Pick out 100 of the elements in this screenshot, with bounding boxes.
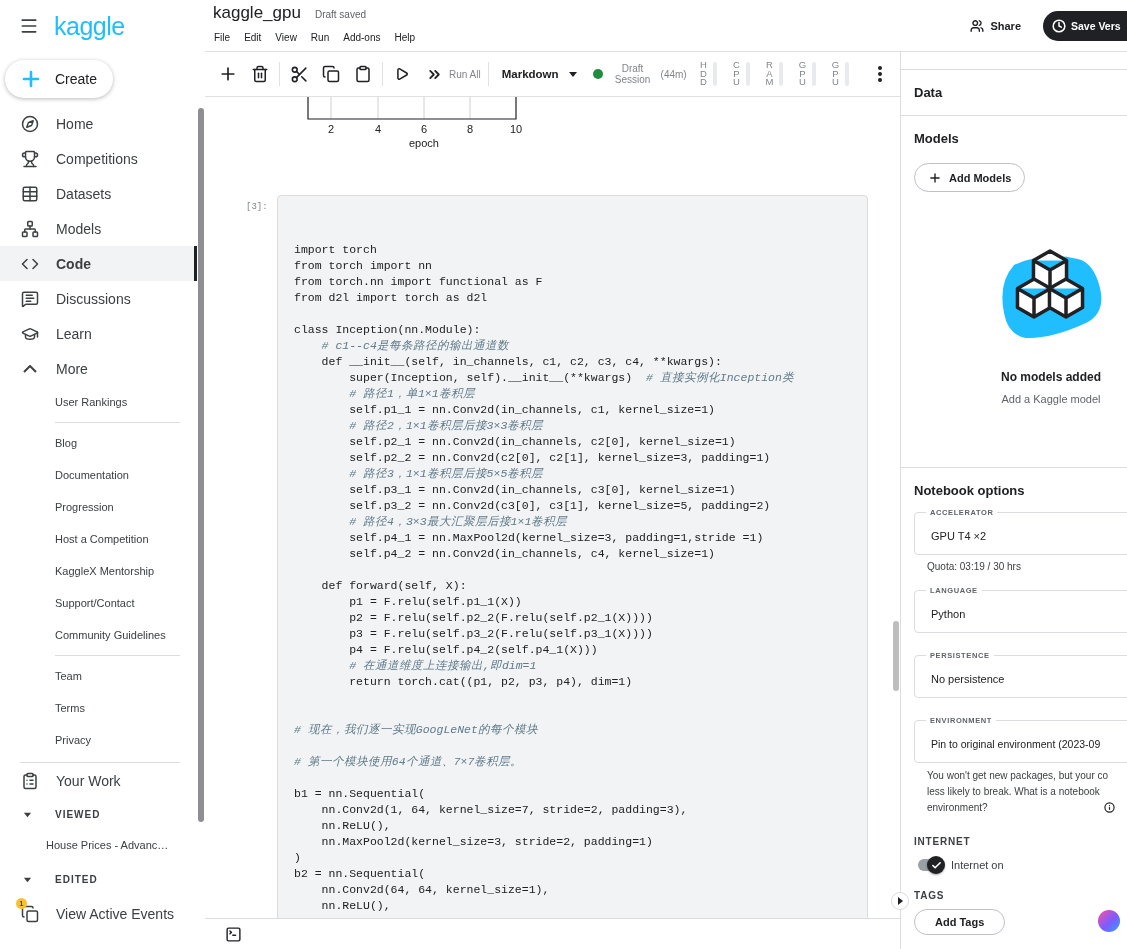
create-button[interactable]: Create [5,60,113,98]
meter-label: CPU [732,60,741,88]
network-icon [21,219,39,238]
caret-icon [897,897,903,905]
code-line: def __init__(self, in_channels, c1, c2, c3, c4, **kwargs): [320,355,722,368]
people-icon [970,18,985,33]
empty-hint: Add a Kaggle model [1001,393,1101,405]
code-comment: # 路径1，单1×1卷积层 [348,387,475,400]
code-line: def forward(self, X): [320,579,467,592]
menu-item[interactable]: Run [310,32,330,43]
meter-label: RAM [764,60,775,88]
sidebar-link[interactable]: Blog [55,437,78,449]
session-time: (44m) [660,68,687,80]
compass-icon [21,114,39,133]
nav-item[interactable]: Models [0,211,197,246]
cell-prompt: [3]: [246,201,269,214]
code-line: nn.ReLU(), [320,899,391,912]
plus-icon [928,170,942,185]
nav-item[interactable]: Discussions [0,281,197,316]
sidebar-link[interactable]: Team [55,670,82,682]
code-line: self.p4_2 = nn.Conv2d(in_channels, c4, kernel_size=1) [348,547,715,560]
count-badge: 1 [16,898,27,909]
menu-item[interactable]: Help [394,32,416,43]
info-icon[interactable] [1104,802,1116,813]
cell-type-select[interactable]: Markdown [491,58,587,90]
help-text: You won't get new packages, but your co less likely to break. What is a notebook environment? [927,769,1109,815]
code-line: self.p2_1 = nn.Conv2d(in_channels, c2[0], kernel_size=1) [348,435,736,448]
code-line: b1 = nn.Sequential( [294,787,426,800]
sidebar-link[interactable]: User Rankings [55,396,128,408]
nav-item[interactable]: Code [0,246,197,281]
internet-toggle[interactable] [918,859,942,871]
check-icon [930,859,942,871]
code-line: class Inception(nn.Module): [294,323,481,336]
code-cell[interactable] [277,195,868,918]
sidebar-link[interactable]: Documentation [55,469,129,481]
menu-item[interactable]: Edit [244,32,262,43]
code-comment: # 第一个模块使用64个通道、7×7卷积层。 [294,755,523,768]
code-line: from d2l import torch as d2l [294,291,488,304]
code-comment: # c1--c4是每条路径的输出通道数 [320,339,509,352]
section-heading: INTERNET [914,836,972,847]
sidebar-link[interactable]: Host a Competition [55,533,149,545]
section-heading: TAGS [914,890,946,901]
scrollbar[interactable] [198,108,204,822]
run-all-button[interactable]: Run All [418,58,485,90]
nav-item[interactable]: Home [0,106,197,141]
trash-icon [251,65,269,83]
tick-label: 10 [509,123,523,135]
menu-item[interactable]: Add-ons [343,32,381,43]
code-comment: # 在通道维度上连接输出,即dim=1 [348,659,537,672]
code-comment: # 现在，我们逐一实现GoogLeNet的每个模块 [294,723,538,736]
section-title: Models [914,131,960,146]
notebook-title[interactable]: kaggle_gpu [213,3,301,23]
sidebar-link[interactable]: Community Guidelines [55,629,166,641]
clipboard-icon [354,65,372,83]
sidebar-link[interactable]: Terms [55,702,85,714]
code-line: self.p1_1 = nn.Conv2d(in_channels, c1, kernel_size=1) [348,403,715,416]
menu-item[interactable]: File [214,32,231,43]
code-line: nn.MaxPool2d(kernel_size=3, stride=2, padding=1) [320,835,653,848]
menu-item[interactable]: View [275,32,297,43]
nav-item[interactable]: Datasets [0,176,197,211]
collapse-handle[interactable] [891,892,909,910]
code-line: nn.ReLU(), [320,819,391,832]
more-toggle[interactable]: More [0,351,197,386]
scrollbar[interactable] [893,621,899,691]
code-line: self.p3_2 = nn.Conv2d(c3[0], c3[1], kernel_size=5, padding=2) [348,499,771,512]
table-icon [21,184,39,203]
tick-label: 2 [327,123,335,135]
clipboard-icon [21,772,39,790]
sidebar-link[interactable]: Privacy [55,734,92,746]
code-comment: # 路径2，1×1卷积层后接3×3卷积层 [348,419,544,432]
add-tags-button[interactable]: Add Tags [914,909,1006,935]
nav-item[interactable]: Learn [0,316,197,351]
terminal-icon[interactable] [225,925,242,943]
nav-item[interactable]: Competitions [0,141,197,176]
code-line: p1 = F.relu(self.p1_1(X)) [348,595,522,608]
events-icon [21,905,39,923]
assistant-icon[interactable] [1098,910,1120,932]
code-line: p2 = F.relu(self.p2_2(F.relu(self.p2_1(X)))) [348,611,653,624]
caret-icon [568,71,577,77]
quota-note: Quota: 03:19 / 30 hrs [927,561,1022,572]
code-line: from torch.nn import functional as F [294,275,543,288]
copy-icon [322,65,340,83]
your-work-link[interactable]: Your Work [56,773,121,789]
section-title: Notebook options [914,483,1026,498]
sidebar-link[interactable]: Progression [55,501,114,513]
axis-label: epoch [409,137,439,149]
add-models-button[interactable]: Add Models [914,163,1026,192]
chat-icon [21,289,39,308]
save-version-button[interactable]: Save Vers [1043,10,1127,41]
code-line: ) [294,851,301,864]
tick-label: 8 [466,123,474,135]
sidebar-link[interactable]: KaggleX Mentorship [55,565,155,577]
code-line: from torch import nn [294,259,433,272]
code-line: p3 = F.relu(self.p3_2(F.relu(self.p3_1(X)))) [348,627,653,640]
recent-item[interactable]: House Prices - Advanc… [46,839,169,851]
sidebar-link[interactable]: Support/Contact [55,597,135,609]
events-link[interactable]: View Active Events [56,906,175,922]
share-button[interactable]: Share [970,18,1021,33]
menu-icon[interactable] [19,16,39,36]
session-label: Draft Session [613,63,652,85]
